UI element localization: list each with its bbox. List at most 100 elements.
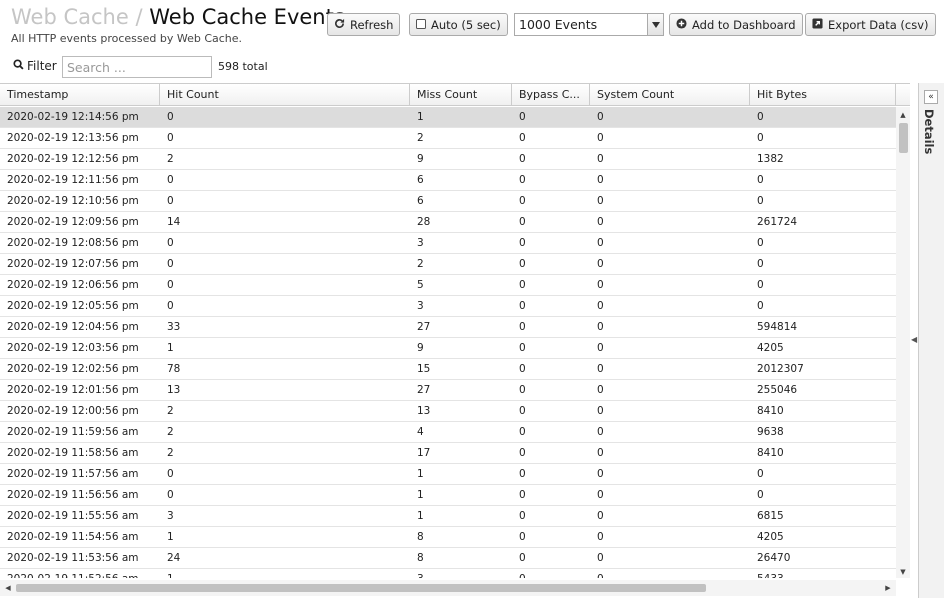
table-cell: 0 — [167, 279, 174, 291]
export-data-label: Export Data (csv) — [828, 17, 929, 32]
table-cell: 0 — [757, 279, 764, 291]
table-cell: 13 — [417, 405, 431, 417]
auto-refresh-toggle[interactable]: Auto (5 sec) — [409, 13, 508, 36]
table-cell: 0 — [519, 195, 526, 207]
table-cell: 9 — [417, 153, 424, 165]
search-input[interactable] — [62, 56, 212, 78]
scroll-down-icon[interactable]: ▼ — [896, 566, 910, 578]
table-cell: 5 — [417, 279, 424, 291]
table-cell: 14 — [167, 216, 181, 228]
table-row[interactable]: 2020-02-19 12:04:56 pm 33 27 0 0 594814 — [0, 317, 896, 338]
table-cell: 0 — [519, 510, 526, 522]
page-title: Web Cache / Web Cache Events — [11, 5, 345, 29]
scroll-left-icon[interactable]: ◀ — [2, 580, 14, 596]
table-cell: 27 — [417, 321, 431, 333]
details-panel[interactable]: « Details — [918, 83, 944, 598]
table-cell: 0 — [757, 468, 764, 480]
collapse-panel-icon[interactable]: « — [924, 90, 938, 104]
column-header[interactable]: Hit Count — [160, 84, 410, 106]
table-cell: 2020-02-19 12:11:56 pm — [7, 174, 139, 186]
table-row[interactable]: 2020-02-19 11:57:56 am 0 1 0 0 0 — [0, 464, 896, 485]
table-cell: 17 — [417, 447, 431, 459]
table-cell: 2020-02-19 12:08:56 pm — [7, 237, 139, 249]
page-subtitle: All HTTP events processed by Web Cache. — [11, 32, 243, 45]
filter-label: Filter — [13, 59, 57, 73]
horizontal-scrollbar[interactable]: ◀ ▶ — [0, 580, 896, 596]
table-row[interactable]: 2020-02-19 12:10:56 pm 0 6 0 0 0 — [0, 191, 896, 212]
table-cell: 0 — [519, 363, 526, 375]
table-row[interactable]: 2020-02-19 12:12:56 pm 2 9 0 0 1382 — [0, 149, 896, 170]
table-row[interactable]: 2020-02-19 12:13:56 pm 0 2 0 0 0 — [0, 128, 896, 149]
table-row[interactable]: 2020-02-19 11:53:56 am 24 8 0 0 26470 — [0, 548, 896, 569]
table-cell: 0 — [597, 363, 604, 375]
table-row[interactable]: 2020-02-19 12:09:56 pm 14 28 0 0 261724 — [0, 212, 896, 233]
table-cell: 0 — [519, 405, 526, 417]
table-cell: 0 — [519, 426, 526, 438]
table-cell: 0 — [167, 258, 174, 270]
auto-refresh-label: Auto (5 sec) — [431, 17, 501, 32]
table-row[interactable]: 2020-02-19 12:11:56 pm 0 6 0 0 0 — [0, 170, 896, 191]
scroll-up-icon[interactable]: ▲ — [896, 109, 910, 121]
column-header[interactable]: Miss Count — [410, 84, 512, 106]
refresh-button[interactable]: Refresh — [327, 13, 401, 36]
table-row[interactable]: 2020-02-19 12:05:56 pm 0 3 0 0 0 — [0, 296, 896, 317]
table-cell: 0 — [597, 405, 604, 417]
splitter-grip-icon[interactable]: ◀ — [911, 335, 917, 344]
export-data-button[interactable]: Export Data (csv) — [805, 13, 936, 36]
table-cell: 3 — [410, 569, 424, 578]
vertical-scrollbar[interactable]: ▲ ▼ — [896, 107, 910, 578]
table-row[interactable]: 2020-02-19 12:08:56 pm 0 3 0 0 0 — [0, 233, 896, 254]
table-row[interactable]: 2020-02-19 12:01:56 pm 13 27 0 0 255046 — [0, 380, 896, 401]
table-row[interactable]: 2020-02-19 11:59:56 am 2 4 0 0 9638 — [0, 422, 896, 443]
table-row[interactable]: 2020-02-19 12:00:56 pm 2 13 0 0 8410 — [0, 401, 896, 422]
table-cell: 0 — [519, 237, 526, 249]
table-cell: 0 — [519, 468, 526, 480]
table-cell: 0 — [519, 552, 526, 564]
table-cell: 0 — [597, 300, 604, 312]
table-row[interactable]: 2020-02-19 11:54:56 am 1 8 0 0 4205 — [0, 527, 896, 548]
column-header[interactable]: Bypass C... — [512, 84, 590, 106]
table-row[interactable]: 2020-02-19 11:52:56 am 1 3 0 0 5433 — [0, 569, 896, 578]
table-cell: 1382 — [757, 153, 784, 165]
vertical-scroll-thumb[interactable] — [899, 123, 908, 153]
table-cell: 2020-02-19 12:12:56 pm — [7, 153, 139, 165]
scroll-right-icon[interactable]: ▶ — [882, 580, 894, 596]
table-cell: 0 — [167, 300, 174, 312]
table-cell: 0 — [167, 132, 174, 144]
total-count: 598 total — [218, 60, 268, 73]
table-cell: 0 — [597, 489, 604, 501]
table-row[interactable]: 2020-02-19 12:02:56 pm 78 15 0 0 2012307 — [0, 359, 896, 380]
column-header[interactable]: System Count — [590, 84, 750, 106]
table-cell: 2020-02-19 11:58:56 am — [7, 447, 139, 459]
table-row[interactable]: 2020-02-19 12:06:56 pm 0 5 0 0 0 — [0, 275, 896, 296]
column-header[interactable]: Hit Bytes — [750, 84, 896, 106]
table-row[interactable]: 2020-02-19 11:58:56 am 2 17 0 0 8410 — [0, 443, 896, 464]
table-cell: 33 — [167, 321, 181, 333]
table-cell: 1 — [167, 531, 174, 543]
table-cell: 0 — [597, 552, 604, 564]
table-cell: 0 — [597, 426, 604, 438]
table-cell: 0 — [597, 237, 604, 249]
panel-splitter[interactable]: ◀ — [910, 83, 918, 598]
table-cell: 0 — [519, 174, 526, 186]
table-row[interactable]: 2020-02-19 11:55:56 am 3 1 0 0 6815 — [0, 506, 896, 527]
horizontal-scroll-thumb[interactable] — [16, 584, 706, 592]
table-cell: 0 — [167, 174, 174, 186]
checkbox-icon[interactable] — [416, 18, 426, 32]
table-row[interactable]: 2020-02-19 12:07:56 pm 0 2 0 0 0 — [0, 254, 896, 275]
breadcrumb-parent[interactable]: Web Cache — [11, 5, 129, 29]
table-cell: 2020-02-19 12:04:56 pm — [7, 321, 139, 333]
table-row[interactable]: 2020-02-19 12:03:56 pm 1 9 0 0 4205 — [0, 338, 896, 359]
column-header[interactable]: Timestamp — [0, 84, 160, 106]
plus-circle-icon — [676, 17, 687, 32]
details-panel-label: Details — [922, 109, 936, 155]
table-row[interactable]: 2020-02-19 12:14:56 pm 0 1 0 0 0 — [0, 107, 896, 128]
events-count-select[interactable]: 1000 Events — [514, 13, 664, 36]
add-to-dashboard-button[interactable]: Add to Dashboard — [669, 13, 803, 36]
table-cell: 0 — [167, 195, 174, 207]
table-cell: 0 — [519, 153, 526, 165]
chevron-down-icon[interactable] — [647, 14, 663, 35]
table-cell: 255046 — [757, 384, 798, 396]
table-cell: 0 — [597, 384, 604, 396]
table-row[interactable]: 2020-02-19 11:56:56 am 0 1 0 0 0 — [0, 485, 896, 506]
